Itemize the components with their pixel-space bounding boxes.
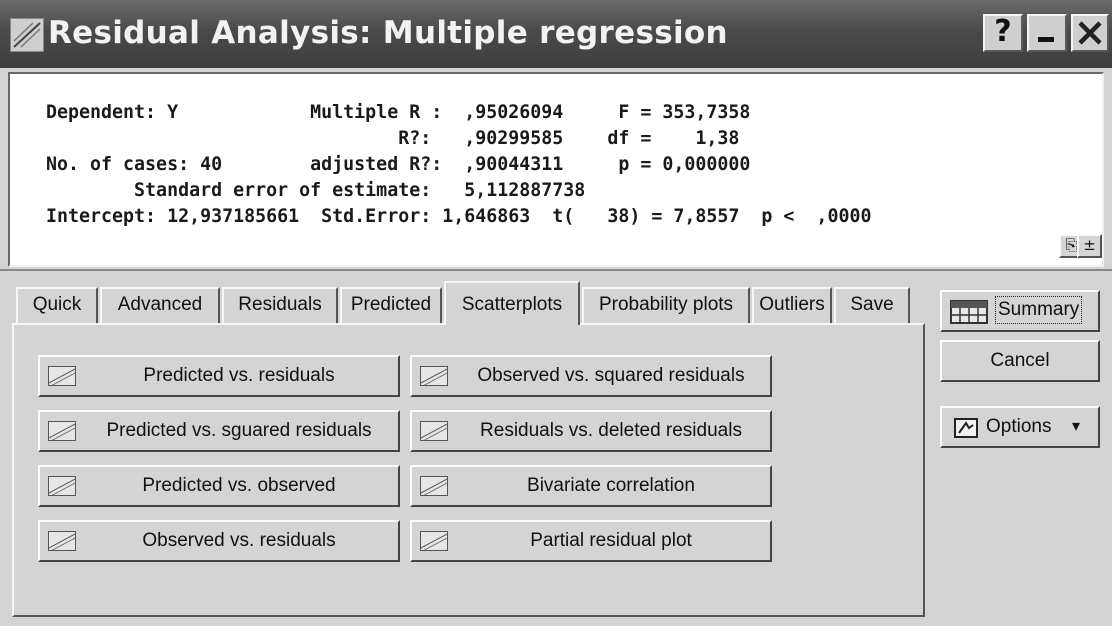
title-bar[interactable]: Residual Analysis: Multiple regression ?	[0, 0, 1112, 68]
minimize-button[interactable]	[1027, 14, 1067, 52]
scatterplot-icon	[420, 476, 448, 496]
table-icon	[950, 300, 988, 324]
splitter[interactable]	[0, 269, 1112, 271]
scatterplot-icon	[48, 531, 76, 551]
observed-vs-residuals-button[interactable]: Observed vs. residuals	[38, 520, 400, 562]
tab-save[interactable]: Save	[834, 287, 910, 323]
output-line-cases: No. of cases: 40 adjusted R?: ,90044311 …	[46, 154, 751, 175]
expand-output-button[interactable]: ±	[1077, 234, 1102, 258]
tab-outliers[interactable]: Outliers	[752, 287, 832, 323]
button-label: Predicted vs. sguared residuals	[106, 420, 372, 441]
dropdown-arrow-icon: ▾	[1072, 418, 1081, 435]
tab-advanced[interactable]: Advanced	[100, 287, 220, 323]
scatterplot-icon	[420, 366, 448, 386]
tab-quick[interactable]: Quick	[16, 287, 98, 323]
options-icon	[954, 418, 978, 438]
window-title: Residual Analysis: Multiple regression	[48, 15, 728, 51]
summary-label: Summary	[994, 296, 1083, 324]
predicted-vs-observed-button[interactable]: Predicted vs. observed	[38, 465, 400, 507]
cancel-button[interactable]: Cancel	[940, 340, 1100, 382]
options-button[interactable]: Options ▾	[940, 406, 1100, 448]
scatterplots-tab-panel: Predicted vs. residuals Observed vs. squ…	[12, 323, 925, 617]
output-line-intercept: Intercept: 12,937185661 Std.Error: 1,646…	[46, 206, 872, 227]
chart-app-icon	[10, 18, 44, 52]
scatterplot-icon	[420, 421, 448, 441]
copy-icon: ⎘	[1065, 236, 1078, 254]
residual-analysis-window: Residual Analysis: Multiple regression ?…	[0, 0, 1112, 626]
output-line-r-squared: R?: ,90299585 df = 1,38	[46, 128, 740, 149]
bivariate-correlation-button[interactable]: Bivariate correlation	[410, 465, 772, 507]
predicted-vs-squared-residuals-button[interactable]: Predicted vs. sguared residuals	[38, 410, 400, 452]
output-line-std-error: Standard error of estimate: 5,112887738	[46, 180, 586, 201]
button-label: Partial residual plot	[530, 530, 692, 551]
help-button[interactable]: ?	[983, 14, 1023, 52]
scatterplot-icon	[48, 476, 76, 496]
residuals-vs-deleted-residuals-button[interactable]: Residuals vs. deleted residuals	[410, 410, 772, 452]
tab-probability-plots[interactable]: Probability plots	[582, 287, 750, 323]
expand-icon: ±	[1083, 236, 1096, 254]
button-label: Observed vs. residuals	[142, 530, 336, 551]
output-line-dependent: Dependent: Y Multiple R : ,95026094 F = …	[46, 102, 751, 123]
partial-residual-plot-button[interactable]: Partial residual plot	[410, 520, 772, 562]
summary-button[interactable]: Summary	[940, 290, 1100, 332]
scatterplot-icon	[48, 366, 76, 386]
tab-scatterplots[interactable]: Scatterplots	[444, 281, 580, 325]
observed-vs-squared-residuals-button[interactable]: Observed vs. squared residuals	[410, 355, 772, 397]
scatterplot-icon	[48, 421, 76, 441]
predicted-vs-residuals-button[interactable]: Predicted vs. residuals	[38, 355, 400, 397]
button-label: Predicted vs. residuals	[143, 365, 335, 386]
button-label: Predicted vs. observed	[142, 475, 336, 496]
tab-predicted[interactable]: Predicted	[340, 287, 442, 323]
tab-residuals[interactable]: Residuals	[222, 287, 338, 323]
button-label: Residuals vs. deleted residuals	[480, 420, 742, 441]
scatterplot-icon	[420, 531, 448, 551]
button-label: Observed vs. squared residuals	[477, 365, 745, 386]
close-button[interactable]	[1071, 14, 1109, 52]
close-icon	[1078, 21, 1102, 45]
button-label: Bivariate correlation	[527, 475, 695, 496]
results-output-pane: Dependent: Y Multiple R : ,95026094 F = …	[8, 72, 1104, 267]
options-label: Options	[986, 416, 1052, 437]
